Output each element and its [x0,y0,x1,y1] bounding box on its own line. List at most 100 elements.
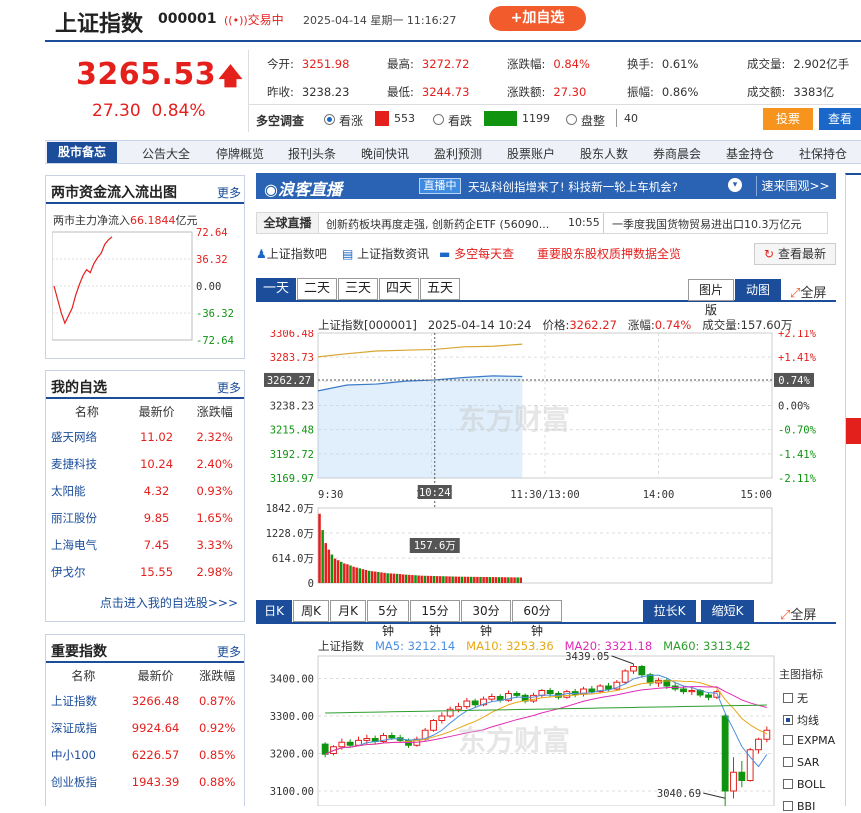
table-row[interactable]: 盛天网络 11.02 2.32% [46,423,244,450]
tab-2day[interactable]: 二天 [297,278,337,300]
flow-panel-head: 两市资金流入流出图 更多 [46,176,244,204]
checkbox[interactable] [783,735,793,745]
volume-bar [510,577,513,583]
table-row[interactable]: 麦捷科技 10.24 2.40% [46,450,244,477]
tab-dynamic[interactable]: 动图版 [735,279,781,317]
add-watchlist-button[interactable]: +加自选 [489,6,586,31]
quote-value: 3238.23 [301,85,350,99]
candle-body [438,715,446,721]
checkbox[interactable] [783,757,793,767]
nav-item[interactable]: 社保持仓 [799,145,847,162]
indicator-option[interactable]: 均线 [783,712,819,728]
nav-item[interactable]: 停牌概览 [216,145,264,162]
watchlist-enter-link[interactable]: 点击进入我的自选股>>> [100,594,238,611]
table-row[interactable]: 上证指数 3266.48 0.87% [46,687,244,714]
nav-item[interactable]: 公告大全 [142,145,190,162]
candle-body [621,670,629,683]
nav-item[interactable]: 报刊头条 [288,145,336,162]
quote-prev-close: 昨收: 3238.23 [267,84,349,100]
indicator-option[interactable]: BBI [783,800,815,813]
global-live-tag: 全球直播 [257,213,319,233]
table-row[interactable]: 伊戈尔 15.55 2.98% [46,558,244,585]
table-row[interactable]: 上海电气 7.45 3.33% [46,531,244,558]
checkbox[interactable] [783,693,793,703]
candle-body [388,735,396,739]
quote-open: 今开: 3251.98 [267,56,349,72]
tab-30min[interactable]: 30分钟 [461,600,511,638]
lengthen-k-button[interactable]: 拉长K线 [643,600,696,638]
tab-60min[interactable]: 60分钟 [512,600,562,638]
memo-nav: 股市备忘 公告大全 停牌概览 报刊头条 晚间快讯 盈利预测 股票账户 股东人数 … [45,140,861,164]
refresh-button[interactable]: ↻ 查看最新 [754,243,836,265]
kline-chart[interactable]: 3400.00 3300.00 3200.00 3100.00 3439.05 3040.… [256,650,776,806]
volume-bar [327,549,331,583]
cursor-time-label: 10:24 [419,487,451,499]
nav-memo[interactable]: 股市备忘 [47,142,117,163]
vote-button[interactable]: 投票 [763,108,813,130]
chevron-down-icon[interactable]: ▾ [728,178,742,192]
live-text[interactable]: 天弘科创指增来了! 科技新一轮上车机会? [468,179,678,195]
checkbox[interactable] [783,715,793,725]
volume-bar [479,576,482,583]
table-row[interactable]: 创业板指 1943.39 0.88% [46,768,244,795]
checkbox[interactable] [783,779,793,789]
nav-item[interactable]: 券商晨会 [653,145,701,162]
volume-bar [367,570,371,583]
info-link-text: 上证指数资讯 [357,247,430,261]
table-row[interactable]: 丽江股份 9.85 1.65% [46,504,244,531]
indicator-option[interactable]: EXPMA [783,734,835,747]
view-button[interactable]: 查看 [819,108,861,130]
volume-bar [333,558,337,583]
pledge-link[interactable]: 重要股东股权质押数据全览 [537,245,681,262]
tab-4day[interactable]: 四天 [379,278,419,300]
nav-item[interactable]: 晚间快讯 [361,145,409,162]
nav-item[interactable]: 股票账户 [507,145,555,162]
tab-week-k[interactable]: 周K [293,600,329,622]
flow-y-label: 72.64 [196,228,228,239]
shorten-k-button[interactable]: 缩短K线 [701,600,754,638]
tab-month-k[interactable]: 月K [330,600,366,622]
tab-5min[interactable]: 5分钟 [367,600,409,638]
tab-day-k[interactable]: 日K [256,600,292,622]
cell-pct: 0.85% [198,747,236,762]
nav-item[interactable]: 盈利预测 [434,145,482,162]
datetime: 2025-04-14 星期一 11:16:27 [303,14,457,27]
candle-body [455,706,462,710]
table-row[interactable]: 中小100 6226.57 0.85% [46,741,244,768]
indicator-option-label: 均线 [797,714,819,727]
checkbox[interactable] [783,801,793,811]
indicator-option[interactable]: SAR [783,756,819,769]
tab-5day[interactable]: 五天 [420,278,460,300]
info-link[interactable]: ▤ 上证指数资讯 [342,245,429,262]
period-tabs: 一天 二天 三天 四天 五天 [256,278,461,300]
tab-1day[interactable]: 一天 [256,278,296,300]
daily-link[interactable]: ▬ 多空每天查 [439,245,514,262]
volume-bar [513,577,516,583]
radio-flat[interactable] [566,114,577,125]
radio-bull[interactable] [324,114,335,125]
table-row[interactable]: 深证成指 9924.64 0.92% [46,714,244,741]
tab-3day[interactable]: 三天 [338,278,378,300]
flow-chart: 72.64 36.32 0.00 -36.32 -72.64 [52,228,234,347]
news-2[interactable]: 一季度我国货物贸易进出口10.3万亿元 [612,216,802,232]
tab-15min[interactable]: 15分钟 [410,600,460,638]
radio-bear[interactable] [433,114,444,125]
langke-live-bar[interactable]: ◉浪客直播 直播中 天弘科创指增来了! 科技新一轮上车机会? ▾ 速来围观>> [256,173,836,199]
indicator-option[interactable]: 无 [783,690,808,706]
nav-item[interactable]: 股东人数 [580,145,628,162]
fullscreen-button[interactable]: ⤢全屏 [790,282,826,301]
forum-link[interactable]: ♟上证指数吧 [256,245,327,262]
enter-live-link[interactable]: 速来围观>> [756,176,834,196]
flow-more-link[interactable]: 更多 [217,184,241,201]
nav-item[interactable]: 基金持仓 [726,145,774,162]
news-1[interactable]: 创新药板块再度走强, 创新药企ETF (56090... [326,216,549,232]
indicator-option[interactable]: BOLL [783,778,825,791]
intraday-chart[interactable]: 3306.48 3283.73 3238.23 3215.48 3192.72 3169.… [256,330,836,600]
table-row[interactable]: 太阳能 4.32 0.93% [46,477,244,504]
volume-bar [488,577,492,583]
watchlist-more-link[interactable]: 更多 [217,379,241,396]
tab-picture[interactable]: 图片版 [688,279,734,317]
price-tick-label: 3215.48 [270,425,314,437]
kline-fullscreen-button[interactable]: ⤢全屏 [780,604,816,623]
indices-more-link[interactable]: 更多 [217,643,241,660]
